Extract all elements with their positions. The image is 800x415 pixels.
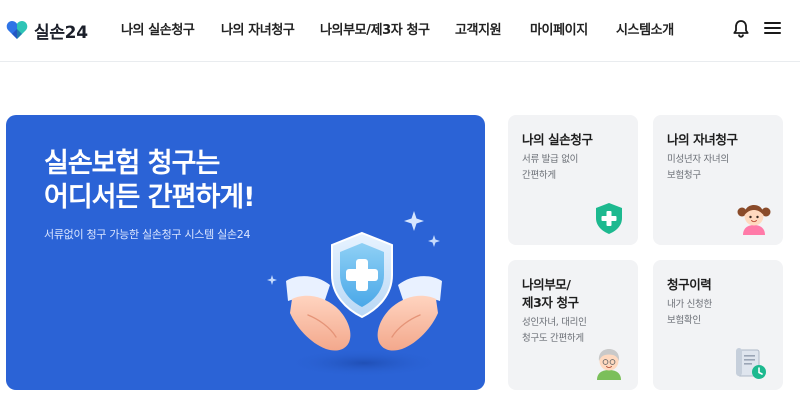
nav-parent-third-party-claim[interactable]: 나의부모/제3자 청구 [320, 19, 430, 38]
card-desc: 서류 발급 없이 간편하게 [522, 152, 578, 184]
banner-subtitle: 서류없이 청구 가능한 실손청구 시스템 실손24 [44, 228, 251, 241]
card-title-line: 청구이력 [667, 277, 712, 292]
card-desc-line: 간편하게 [522, 170, 556, 181]
nav-customer-support[interactable]: 고객지원 [455, 19, 502, 38]
card-desc-line: 서류 발급 없이 [522, 154, 579, 165]
card-title-line: 나의 자녀청구 [667, 132, 738, 147]
card-desc-line: 성인자녀, 대리인 [522, 317, 587, 328]
card-desc-line: 보험청구 [667, 170, 701, 181]
banner-title-line1: 실손보험 청구는 [44, 148, 220, 179]
card-my-claim[interactable]: 나의 실손청구 서류 발급 없이 간편하게 [508, 115, 638, 245]
card-title: 나의 실손청구 [522, 131, 593, 149]
banner-title: 실손보험 청구는 어디서든 간편하게! [44, 147, 255, 215]
card-desc: 미성년자 자녀의 보험청구 [667, 152, 729, 184]
hero-banner[interactable]: 실손보험 청구는 어디서든 간편하게! 서류없이 청구 가능한 실손청구 시스템… [6, 115, 485, 390]
logo-text: 실손24 [34, 22, 88, 43]
nav-system-intro[interactable]: 시스템소개 [616, 19, 674, 38]
card-title: 나의부모/ 제3자 청구 [522, 276, 579, 312]
card-desc: 성인자녀, 대리인 청구도 간편하게 [522, 315, 587, 347]
hands-shield-illustration [267, 211, 442, 377]
nav-child-claim[interactable]: 나의 자녀청구 [221, 19, 295, 38]
nav-my-claim[interactable]: 나의 실손청구 [121, 19, 195, 38]
top-header: 실손24 나의 실손청구 나의 자녀청구 나의부모/제3자 청구 고객지원 마이… [0, 0, 800, 62]
card-desc: 내가 신청한 보험확인 [667, 297, 712, 329]
card-title-line: 나의 실손청구 [522, 132, 593, 147]
card-title-line: 나의부모/ [522, 277, 571, 292]
card-title: 나의 자녀청구 [667, 131, 738, 149]
card-title: 청구이력 [667, 276, 712, 294]
card-desc-line: 미성년자 자녀의 [667, 154, 729, 165]
menu-icon[interactable] [761, 17, 783, 39]
card-claim-history[interactable]: 청구이력 내가 신청한 보험확인 [653, 260, 783, 390]
nav-my-page[interactable]: 마이페이지 [530, 19, 588, 38]
banner-title-line2: 어디서든 간편하게! [44, 182, 255, 213]
bell-icon[interactable] [730, 17, 752, 39]
card-parent-third-party-claim[interactable]: 나의부모/ 제3자 청구 성인자녀, 대리인 청구도 간편하게 [508, 260, 638, 390]
card-desc-line: 청구도 간편하게 [522, 333, 584, 344]
child-icon [737, 205, 771, 235]
heart-logo-icon [6, 20, 28, 39]
card-child-claim[interactable]: 나의 자녀청구 미성년자 자녀의 보험청구 [653, 115, 783, 245]
grandparent-icon [597, 349, 621, 380]
document-clock-icon [736, 348, 766, 379]
card-title-line: 제3자 청구 [522, 295, 579, 310]
card-desc-line: 보험확인 [667, 315, 701, 326]
shield-cross-icon [596, 203, 622, 234]
logo[interactable]: 실손24 [6, 16, 88, 44]
card-desc-line: 내가 신청한 [667, 299, 712, 310]
